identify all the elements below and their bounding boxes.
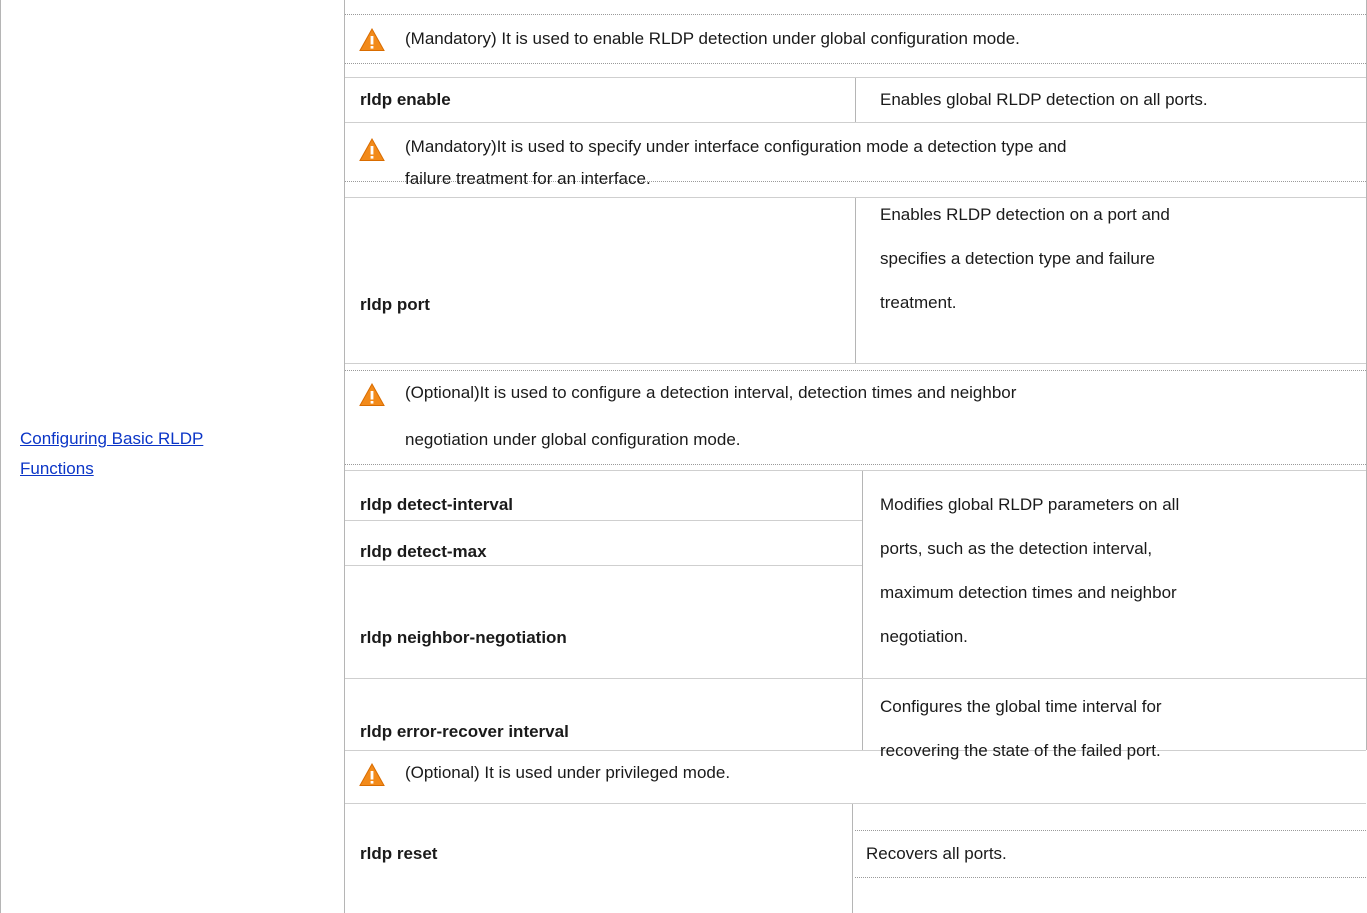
desc-params-line4: negotiation.: [880, 627, 968, 646]
desc-divider-recover: [862, 678, 863, 750]
row-line: [345, 464, 1366, 465]
row-line: [345, 470, 1366, 471]
row-line: [345, 520, 862, 521]
row-line: [345, 197, 1366, 198]
command-rldp-reset: rldp reset: [360, 844, 438, 863]
desc-params-line3: maximum detection times and neighbor: [880, 583, 1177, 602]
note-optional-privileged: (Optional) It is used under privileged m…: [405, 763, 731, 782]
note-mandatory-global: (Mandatory) It is used to enable RLDP de…: [405, 29, 1020, 48]
warning-triangle-icon: [359, 763, 385, 786]
desc-divider-reset: [852, 803, 853, 913]
desc-divider-enable: [855, 77, 856, 122]
desc-error-recover-line1: Configures the global time interval for: [880, 697, 1162, 716]
link-line-1: Configuring Basic RLDP: [20, 429, 204, 448]
note-mandatory-interface-line2: failure treatment for an interface.: [405, 169, 651, 188]
row-line: [855, 877, 1366, 878]
command-rldp-port: rldp port: [360, 295, 430, 314]
desc-divider-port: [855, 197, 856, 363]
row-line: [345, 803, 1366, 804]
desc-divider-params: [862, 470, 863, 678]
row-line: [345, 77, 1366, 78]
row-line: [345, 750, 1366, 751]
row-line: [855, 830, 1366, 831]
warning-triangle-icon: [359, 138, 385, 161]
desc-error-recover-line2: recovering the state of the failed port.: [880, 741, 1161, 760]
row-line: [345, 63, 1366, 64]
command-rldp-enable: rldp enable: [360, 90, 451, 109]
warning-triangle-icon: [359, 28, 385, 51]
command-rldp-neighbor-negotiation: rldp neighbor-negotiation: [360, 628, 567, 647]
row-line: [345, 122, 1366, 123]
row-line: [345, 370, 1366, 371]
desc-rldp-port-line2: specifies a detection type and failure: [880, 249, 1156, 268]
row-line: [345, 678, 1366, 679]
command-rldp-detect-interval: rldp detect-interval: [360, 495, 514, 514]
desc-rldp-port-line3: treatment.: [880, 293, 957, 312]
command-rldp-detect-max: rldp detect-max: [360, 542, 487, 561]
note-optional-params-line2: negotiation under global configuration m…: [405, 430, 741, 449]
command-rldp-error-recover-interval: rldp error-recover interval: [360, 722, 569, 741]
desc-rldp-enable: Enables global RLDP detection on all por…: [880, 90, 1208, 109]
left-column-divider: [0, 0, 1, 913]
link-line-2: Functions: [20, 459, 94, 478]
row-line: [345, 14, 1366, 15]
desc-params-line1: Modifies global RLDP parameters on all: [880, 495, 1180, 514]
main-column-divider: [344, 0, 345, 913]
row-line: [345, 363, 1366, 364]
desc-params-line2: ports, such as the detection interval,: [880, 539, 1153, 558]
note-mandatory-interface-line1: (Mandatory)It is used to specify under i…: [405, 137, 1067, 156]
desc-rldp-reset: Recovers all ports.: [866, 844, 1007, 863]
warning-triangle-icon: [359, 383, 385, 406]
note-optional-params-line1: (Optional)It is used to configure a dete…: [405, 383, 1017, 402]
configuring-basic-rldp-link[interactable]: Configuring Basic RLDP Functions: [20, 424, 203, 484]
desc-rldp-port-line1: Enables RLDP detection on a port and: [880, 205, 1170, 224]
